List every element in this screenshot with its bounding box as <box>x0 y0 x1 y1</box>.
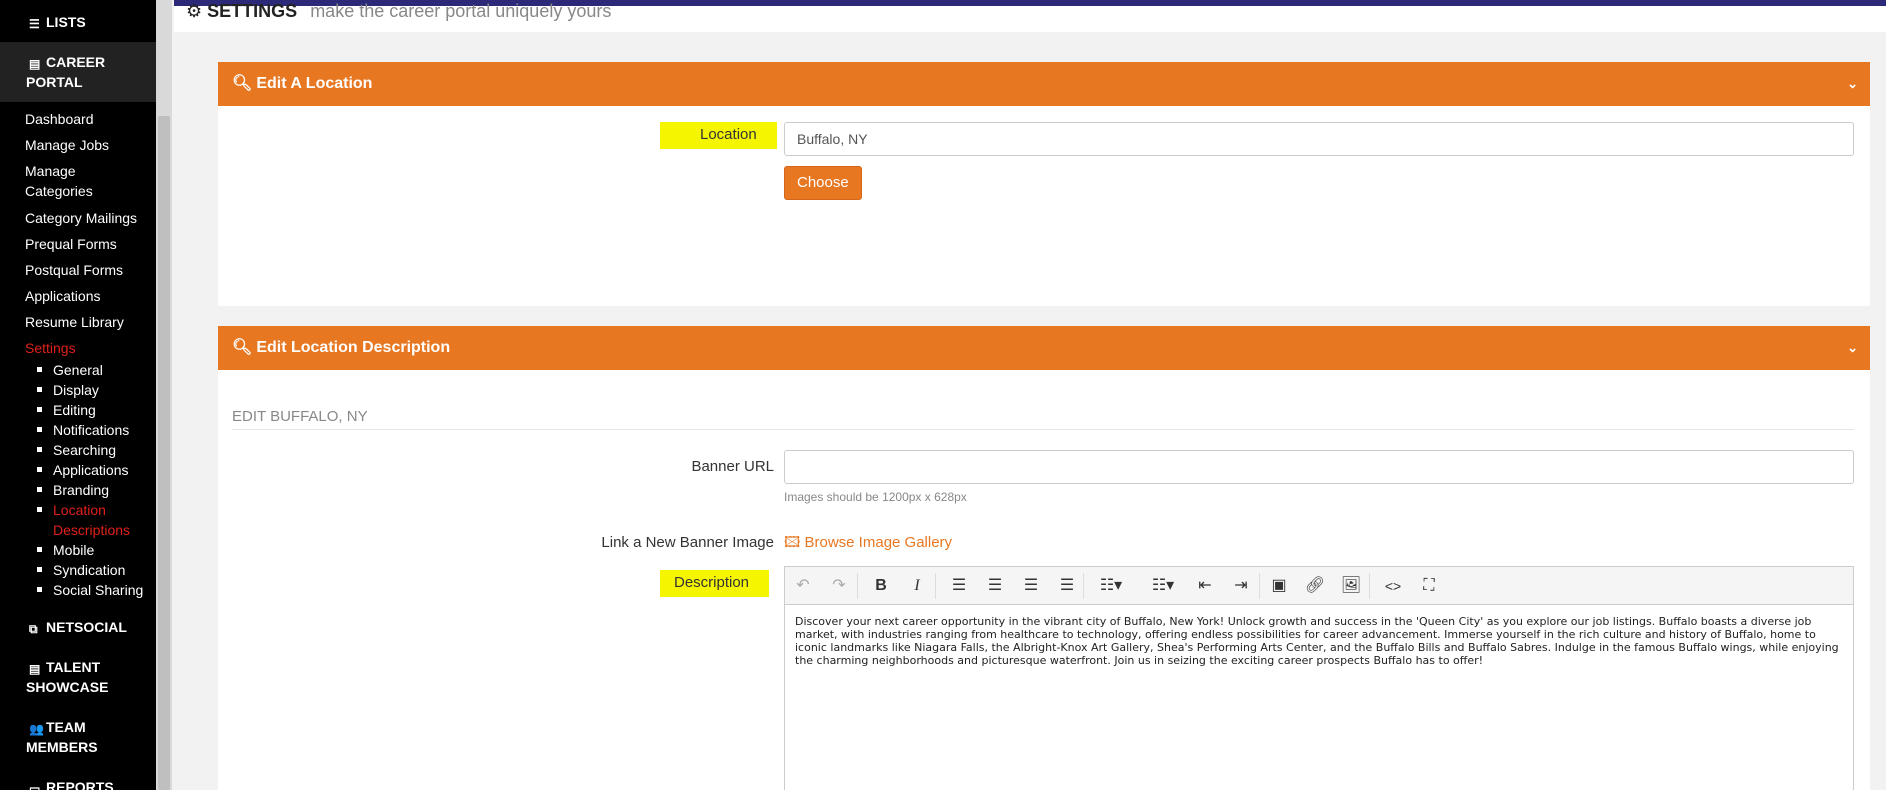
sidebar-item-netsocial[interactable]: ⧉ NETSOCIAL <box>0 617 156 637</box>
outdent-icon[interactable]: ⇤ <box>1193 575 1217 597</box>
redo-icon[interactable]: ↷ <box>827 575 851 597</box>
numbered-list-icon[interactable]: ☷▾ <box>1143 575 1183 597</box>
sidebar-link-prequal-forms[interactable]: Prequal Forms <box>25 234 117 254</box>
edit-description-panel: 🔍︎ Edit Location Description ⌄ EDIT BUFFA… <box>218 326 1870 790</box>
sidebar-gap <box>172 0 174 790</box>
bullet-icon <box>37 366 42 372</box>
new-banner-label: Link a New Banner Image <box>601 534 774 551</box>
document-icon: ▤ <box>29 662 41 676</box>
toolbar-separator <box>935 573 936 599</box>
edit-description-header[interactable]: 🔍︎ Edit Location Description ⌄ <box>218 326 1870 370</box>
settings-item-display[interactable]: Display <box>37 380 99 400</box>
align-justify-icon[interactable]: ☰ <box>1055 575 1079 597</box>
sidebar-item-reports[interactable]: ▭ REPORTS <box>0 777 156 790</box>
settings-item-branding[interactable]: Branding <box>37 480 109 500</box>
link-icon[interactable]: 🔗︎ <box>1303 575 1327 597</box>
settings-item-social-sharing[interactable]: Social Sharing <box>37 580 143 600</box>
editor-toolbar: ↶ ↷ B I ☰ ☰ ☰ ☰ ☷▾ ☷▾ ⇤ ⇥ ▣ 🔗︎ 🖼︎ <> ⛶ <box>785 567 1853 605</box>
sidebar-link-settings[interactable]: Settings <box>25 338 76 358</box>
users-icon: 👥 <box>29 722 44 736</box>
bullet-icon <box>37 486 42 492</box>
section-title: EDIT BUFFALO, NY <box>232 408 368 425</box>
choose-button[interactable]: Choose <box>784 166 862 200</box>
sidebar-link-manage-jobs[interactable]: Manage Jobs <box>25 135 109 155</box>
sidebar-item-lists[interactable]: ☰ LISTS <box>0 12 156 32</box>
settings-item-notifications[interactable]: Notifications <box>37 420 129 440</box>
toolbar-separator <box>1083 573 1084 599</box>
align-center-icon[interactable]: ☰ <box>983 575 1007 597</box>
sidebar-scrollbar-thumb[interactable] <box>158 116 170 790</box>
bullet-icon <box>37 546 42 552</box>
sidebar-link-postqual-forms[interactable]: Postqual Forms <box>25 260 123 280</box>
bullet-icon <box>37 586 42 592</box>
settings-item-syndication[interactable]: Syndication <box>37 560 125 580</box>
bullet-icon <box>37 506 42 512</box>
browse-gallery-link[interactable]: 🖾 Browse Image Gallery <box>784 532 952 557</box>
sidebar-link-resume-library[interactable]: Resume Library <box>25 312 124 332</box>
align-left-icon[interactable]: ☰ <box>947 575 971 597</box>
folder-icon: ▭ <box>29 782 41 790</box>
sidebar-link-manage-categories[interactable]: Manage Categories <box>25 161 125 201</box>
description-label: Description <box>660 570 770 597</box>
source-code-icon[interactable]: <> <box>1381 575 1405 597</box>
bullet-icon <box>37 566 42 572</box>
description-editor[interactable]: ↶ ↷ B I ☰ ☰ ☰ ☰ ☷▾ ☷▾ ⇤ ⇥ ▣ 🔗︎ 🖼︎ <> ⛶ D… <box>784 566 1854 790</box>
media-embed-icon[interactable]: ▣ <box>1267 575 1291 597</box>
edit-location-header[interactable]: 🔍︎ Edit A Location ⌄ <box>218 62 1870 106</box>
app-root: ☰ LISTS ▤ CAREER PORTAL Dashboard Manage… <box>0 0 1886 790</box>
align-right-icon[interactable]: ☰ <box>1019 575 1043 597</box>
page-title: ⚙ SETTINGS make the career portal unique… <box>186 1 612 21</box>
search-icon: 🔍︎ <box>232 339 253 356</box>
document-icon: ▤ <box>29 57 41 71</box>
bullet-icon <box>37 406 42 412</box>
toolbar-separator <box>857 573 858 599</box>
banner-url-label: Banner URL <box>691 458 774 475</box>
banner-url-input[interactable] <box>784 450 1854 484</box>
chevron-down-icon[interactable]: ⌄ <box>1847 326 1858 370</box>
toolbar-separator <box>1259 573 1260 599</box>
sidebar-item-career-portal[interactable]: ▤ CAREER PORTAL <box>0 52 120 92</box>
image-insert-icon[interactable]: 🖼︎ <box>1339 575 1363 597</box>
sidebar-item-talent-showcase[interactable]: ▤ TALENT SHOWCASE <box>0 657 130 697</box>
edit-location-panel: 🔍︎ Edit A Location ⌄ Location Buffalo, NY… <box>218 62 1870 306</box>
search-icon: 🔍︎ <box>232 75 253 92</box>
location-input[interactable]: Buffalo, NY <box>784 122 1854 156</box>
settings-item-location-descriptions[interactable]: Location Descriptions <box>37 500 147 540</box>
location-label: Location <box>660 122 777 149</box>
undo-icon[interactable]: ↶ <box>791 575 815 597</box>
settings-item-applications[interactable]: Applications <box>37 460 129 480</box>
bullet-icon <box>37 386 42 392</box>
indent-icon[interactable]: ⇥ <box>1229 575 1253 597</box>
settings-item-mobile[interactable]: Mobile <box>37 540 94 560</box>
sidebar-link-dashboard[interactable]: Dashboard <box>25 109 94 129</box>
bullet-icon <box>37 446 42 452</box>
settings-item-general[interactable]: General <box>37 360 103 380</box>
sidebar: ☰ LISTS ▤ CAREER PORTAL Dashboard Manage… <box>0 0 156 790</box>
sidebar-scrollbar[interactable] <box>156 0 172 790</box>
image-icon: 🖾 <box>784 534 801 551</box>
sidebar-item-team-members[interactable]: 👥 TEAM MEMBERS <box>0 717 120 757</box>
list-icon: ☰ <box>29 17 40 31</box>
bullet-list-icon[interactable]: ☷▾ <box>1091 575 1131 597</box>
section-divider <box>232 429 1854 430</box>
chevron-down-icon[interactable]: ⌄ <box>1847 62 1858 106</box>
gear-icon: ⚙ <box>186 1 203 21</box>
bullet-icon <box>37 426 42 432</box>
italic-icon[interactable]: I <box>905 575 929 597</box>
bold-icon[interactable]: B <box>869 575 893 597</box>
banner-size-hint: Images should be 1200px x 628px <box>784 490 967 504</box>
network-icon: ⧉ <box>29 622 38 636</box>
bullet-icon <box>37 466 42 472</box>
top-header: ⚙ SETTINGS make the career portal unique… <box>174 0 1886 32</box>
toolbar-separator <box>1369 573 1370 599</box>
description-text[interactable]: Discover your next career opportunity in… <box>795 615 1843 667</box>
settings-item-editing[interactable]: Editing <box>37 400 96 420</box>
settings-item-searching[interactable]: Searching <box>37 440 116 460</box>
sidebar-link-applications[interactable]: Applications <box>25 286 101 306</box>
sidebar-link-category-mailings[interactable]: Category Mailings <box>25 208 137 228</box>
fullscreen-icon[interactable]: ⛶ <box>1417 575 1441 597</box>
